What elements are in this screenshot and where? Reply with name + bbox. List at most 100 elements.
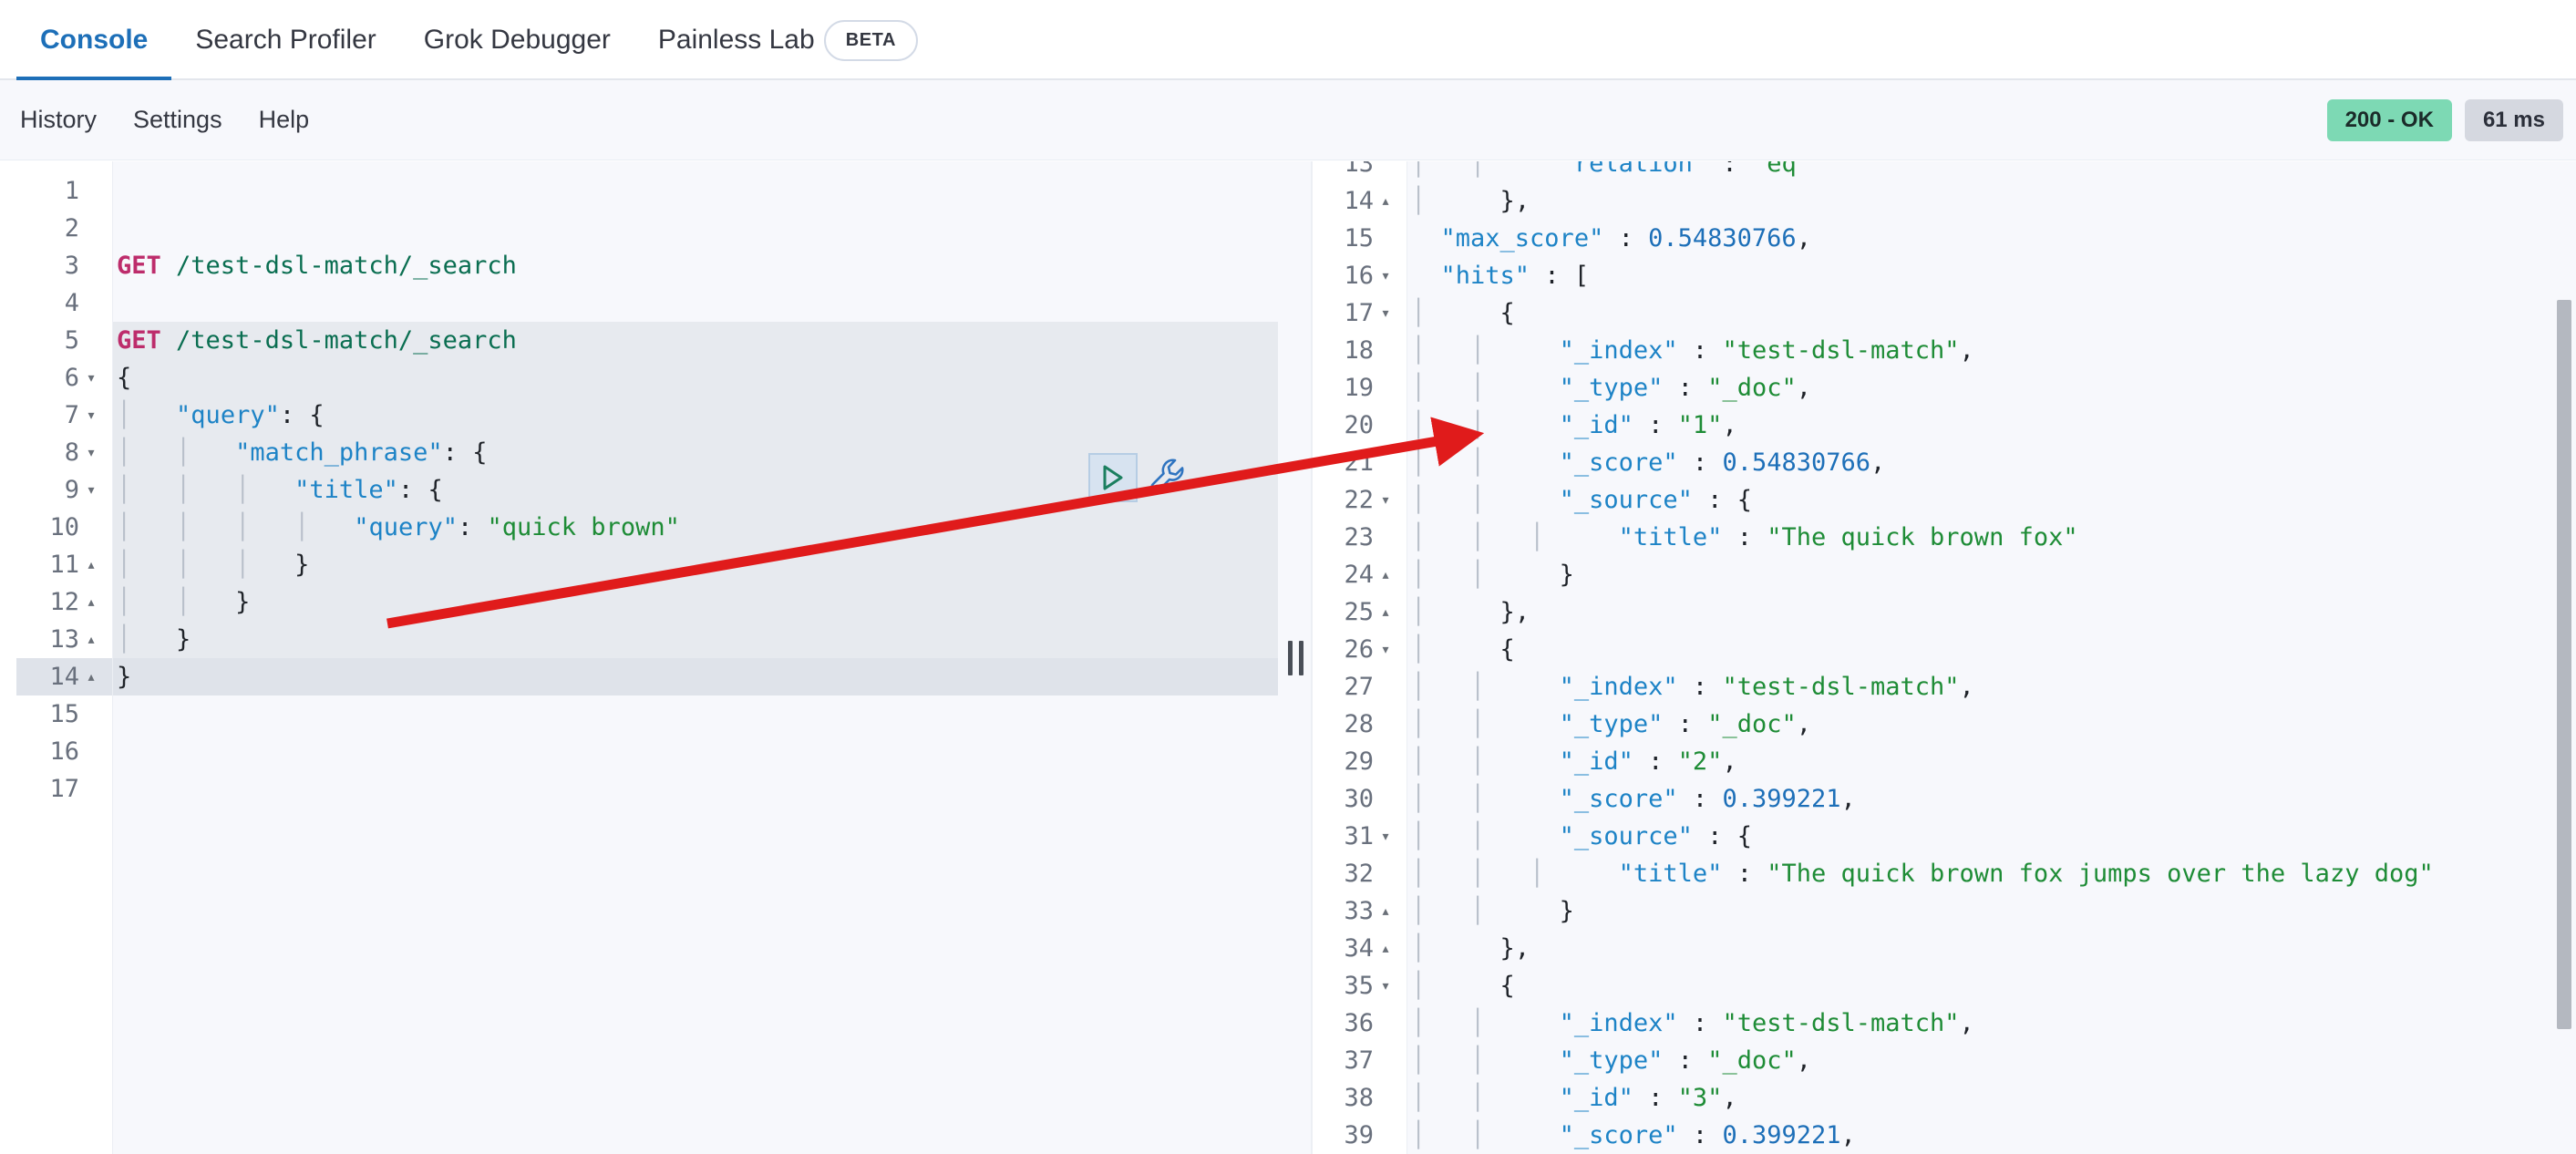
fold-toggle-icon[interactable]: ▾ [1374,631,1397,668]
fold-toggle-icon[interactable]: ▴ [79,621,103,658]
editor-line-number: 15▾ [16,695,112,733]
response-line-number: 34▴ [1313,930,1406,967]
response-line-number: 16▾ [1313,257,1406,294]
response-line-number: 13▾ [1313,161,1406,182]
tab-grok-debugger[interactable]: Grok Debugger [400,0,634,80]
toolbar-right-group: 200 - OK 61 ms [2327,99,2576,141]
editor-code-line [113,172,1278,210]
editor-code-line: │ "query": { [113,397,1278,434]
response-code-line: │ │ │ "title" : "The quick brown fox jum… [1407,855,2576,892]
tab-search-profiler[interactable]: Search Profiler [171,0,399,80]
editor-code-line: │ │ } [113,583,1278,621]
response-code-line: │ { [1407,967,2576,1005]
response-line-number: 26▾ [1313,631,1406,668]
pane-splitter-handle[interactable] [1278,161,1313,1154]
editor-line-number: 2▾ [16,210,112,247]
editor-code-area[interactable]: GET /test-dsl-match/_searchGET /test-dsl… [113,161,1278,1154]
response-code-line: │ │ "_type" : "_doc", [1407,706,2576,743]
fold-toggle-icon[interactable]: ▴ [1374,930,1397,967]
editor-code-line: { [113,359,1278,397]
editor-line-numbers: 1▾2▾3▾4▾5▾6▾7▾8▾9▾10▾11▴12▴13▴14▴15▾16▾1… [16,172,112,808]
response-line-number: 23▾ [1313,519,1406,556]
response-gutter: 13▾14▴15▾16▾17▾18▾19▾20▾21▾22▾23▾24▴25▴2… [1313,161,1407,1154]
fold-toggle-icon[interactable]: ▾ [79,471,103,509]
help-button[interactable]: Help [259,106,310,134]
response-code-line: │ │ } [1407,556,2576,593]
fold-toggle-icon[interactable]: ▴ [79,658,103,695]
response-line-number: 18▾ [1313,332,1406,369]
tab-grok-debugger-label: Grok Debugger [424,25,611,56]
editor-code-line [113,770,1278,808]
fold-toggle-icon[interactable]: ▾ [1374,294,1397,332]
response-code-line: │ }, [1407,182,2576,220]
console-toolbar: History Settings Help 200 - OK 61 ms [0,80,2576,160]
response-scrollbar[interactable] [2552,161,2576,1154]
fold-toggle-icon[interactable]: ▾ [79,359,103,397]
editor-code-line: │ │ │ } [113,546,1278,583]
response-line-number: 32▾ [1313,855,1406,892]
fold-toggle-icon[interactable]: ▴ [1374,556,1397,593]
tab-list: Console Search Profiler Grok Debugger Pa… [0,0,2576,80]
editor-line-number: 8▾ [16,434,112,471]
fold-toggle-icon[interactable]: ▾ [1374,257,1397,294]
fold-toggle-icon[interactable]: ▴ [1374,182,1397,220]
top-tab-bar: Console Search Profiler Grok Debugger Pa… [0,0,2576,80]
response-scrollbar-thumb[interactable] [2557,300,2571,1029]
response-code-line: │ { [1407,294,2576,332]
fold-toggle-icon[interactable]: ▴ [1374,593,1397,631]
editor-code-line [113,733,1278,770]
request-editor-pane[interactable]: 1▾2▾3▾4▾5▾6▾7▾8▾9▾10▾11▴12▴13▴14▴15▾16▾1… [16,161,1278,1154]
response-code-line: │ { [1407,631,2576,668]
splitter-grip-icon [1288,641,1303,675]
editor-line-number: 1▾ [16,172,112,210]
response-code-area[interactable]: │ │ "relation" : "eq"│ }, "max_score" : … [1407,161,2576,1154]
editor-action-icons [1088,453,1189,502]
fold-toggle-icon[interactable]: ▾ [79,397,103,434]
fold-toggle-icon[interactable]: ▾ [1374,481,1397,519]
response-pane[interactable]: 13▾14▴15▾16▾17▾18▾19▾20▾21▾22▾23▾24▴25▴2… [1313,161,2576,1154]
response-line-number: 25▴ [1313,593,1406,631]
response-line-number: 19▾ [1313,369,1406,407]
response-code-line: │ │ "_score" : 0.54830766, [1407,444,2576,481]
tab-console-label: Console [40,25,148,56]
editor-line-number: 12▴ [16,583,112,621]
history-button[interactable]: History [20,106,97,134]
editor-code-line: } [113,658,1278,695]
play-icon[interactable] [1088,453,1138,502]
response-code-line: │ │ "_index" : "test-dsl-match", [1407,668,2576,706]
response-line-number: 28▾ [1313,706,1406,743]
response-code-line: │ │ "relation" : "eq" [1407,161,2576,182]
editor-line-number: 13▴ [16,621,112,658]
response-line-number: 15▾ [1313,220,1406,257]
response-line-number: 21▾ [1313,444,1406,481]
fold-toggle-icon[interactable]: ▴ [79,546,103,583]
editor-line-number: 6▾ [16,359,112,397]
response-code-line: │ │ "_id" : "3", [1407,1079,2576,1117]
response-line-number: 36▾ [1313,1005,1406,1042]
fold-toggle-icon[interactable]: ▾ [1374,818,1397,855]
fold-toggle-icon[interactable]: ▴ [1374,892,1397,930]
fold-toggle-icon[interactable]: ▴ [79,583,103,621]
response-line-number: 33▴ [1313,892,1406,930]
editor-code-line: GET /test-dsl-match/_search [113,247,1278,284]
fold-toggle-icon[interactable]: ▾ [1374,967,1397,1005]
toolbar-left-group: History Settings Help [0,106,309,134]
response-code-line: │ │ "_id" : "2", [1407,743,2576,780]
wrench-icon[interactable] [1147,455,1189,501]
response-line-number: 39▾ [1313,1117,1406,1154]
editor-code-line [113,695,1278,733]
response-code-line: │ │ } [1407,892,2576,930]
response-code-line: │ │ "_score" : 0.399221, [1407,1117,2576,1154]
response-code-line: │ │ │ "title" : "The quick brown fox" [1407,519,2576,556]
tab-painless-lab-label: Painless Lab [658,25,815,56]
settings-button[interactable]: Settings [133,106,222,134]
response-line-number: 17▾ [1313,294,1406,332]
fold-toggle-icon[interactable]: ▾ [79,434,103,471]
response-line-number: 24▴ [1313,556,1406,593]
tab-console[interactable]: Console [16,0,171,80]
editor-line-number: 3▾ [16,247,112,284]
editor-gutter: 1▾2▾3▾4▾5▾6▾7▾8▾9▾10▾11▴12▴13▴14▴15▾16▾1… [16,161,113,1154]
tab-painless-lab[interactable]: Painless Lab BETA [634,0,942,80]
response-line-number: 30▾ [1313,780,1406,818]
response-code-line: │ │ "_score" : 0.399221, [1407,780,2576,818]
